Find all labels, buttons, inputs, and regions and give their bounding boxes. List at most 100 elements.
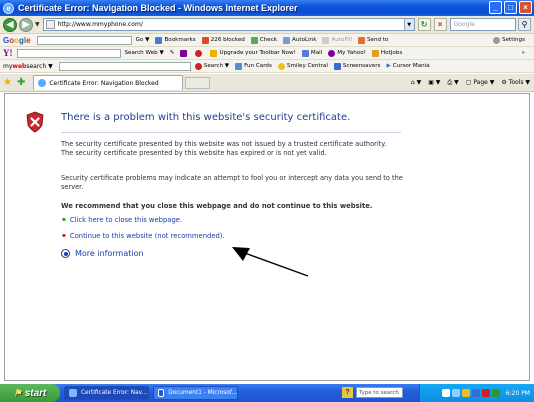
start-button[interactable]: ⚑ start [0, 384, 60, 402]
address-url[interactable]: http://www.mmyphone.com/ [58, 21, 143, 28]
google-logo: Google [3, 35, 31, 45]
my-yahoo-icon [328, 49, 336, 57]
cert-reason-expired: The security certificate presented by th… [61, 148, 327, 157]
address-dropdown-icon[interactable]: ▼ [403, 19, 414, 30]
tray-icon-2[interactable] [451, 389, 460, 397]
close-webpage-label[interactable]: Click here to close this webpage. [70, 216, 182, 224]
hotjobs-icon [371, 49, 379, 57]
yahoo-mail-button[interactable]: Mail [301, 49, 322, 57]
my-yahoo-button[interactable]: My Yahoo! [328, 49, 366, 57]
warning-icon [210, 49, 218, 57]
favorites-star-icon[interactable]: ★ [3, 77, 12, 88]
mywebsearch-input[interactable] [58, 61, 191, 71]
history-dropdown-icon[interactable]: ▼ [35, 21, 40, 28]
ie-logo-icon: e [3, 2, 14, 14]
yahoo-pencil-icon[interactable]: ✎ [170, 50, 175, 56]
continue-website-link[interactable]: ⚫ Continue to this website (not recommen… [61, 232, 225, 240]
yahoo-toolbar: Y! Search Web ▼ ✎ Upgrade your Toolbar N… [0, 47, 534, 60]
page-menu[interactable]: ▢ Page ▼ [466, 79, 495, 86]
shield-error-icon [26, 111, 44, 133]
google-go-button[interactable]: Go ▼ [136, 37, 150, 43]
stop-button[interactable]: × [433, 18, 447, 31]
popup-blocked-button[interactable]: 226 blocked [201, 36, 245, 44]
taskbar-item-word[interactable]: Document1 - Microsof... [153, 386, 238, 400]
cert-reason-authority: The security certificate presented by th… [61, 140, 387, 148]
close-webpage-link[interactable]: ⚫ Click here to close this webpage. [61, 216, 182, 224]
print-icon[interactable]: ⎙ ▼ [447, 79, 458, 87]
taskbar-item-ie[interactable]: Certificate Error: Nav... [64, 386, 149, 400]
clock: 6:20 PM [505, 389, 530, 397]
tools-menu[interactable]: ⚙ Tools ▼ [501, 79, 530, 86]
mail-icon [301, 49, 309, 57]
yahoo-search-input[interactable] [16, 48, 121, 58]
tray-icon-6[interactable] [491, 389, 500, 397]
tabs-row: ★ ✚ Certificate Error: Navigation Blocke… [0, 74, 534, 92]
ie-tab-icon [38, 79, 47, 87]
page-title: There is a problem with this website's s… [61, 112, 351, 123]
smiley-icon [277, 62, 285, 70]
annotation-arrow [232, 247, 309, 277]
hotjobs-button[interactable]: HotJobs [371, 49, 402, 57]
google-search-input[interactable] [36, 35, 132, 45]
feeds-icon[interactable]: ▣ ▼ [428, 79, 440, 86]
fun-cards-icon [235, 62, 243, 70]
cursor-icon: ▶ [386, 63, 391, 69]
settings-icon [493, 36, 501, 44]
home-icon[interactable]: ⌂ ▼ [411, 79, 421, 86]
continue-website-label[interactable]: Continue to this website (not recommende… [70, 232, 225, 240]
minimize-button[interactable]: _ [489, 1, 502, 14]
search-placeholder: Google [453, 21, 475, 28]
forward-button[interactable]: ▶ [19, 17, 33, 32]
autolink-icon [283, 36, 291, 44]
check-button[interactable]: Check [250, 36, 277, 44]
toolbar-overflow-icon[interactable]: » [522, 50, 525, 56]
popup-blocker-icon [201, 36, 209, 44]
close-window-button[interactable]: × [519, 1, 532, 14]
mywebsearch-search-button[interactable]: Search ▼ [194, 62, 229, 70]
screensavers-button[interactable]: Screensavers [333, 62, 380, 70]
autolink-button[interactable]: AutoLink [283, 36, 316, 44]
back-button[interactable]: ◀ [3, 17, 17, 32]
cursor-mania-button[interactable]: ▶ Cursor Mania [386, 63, 429, 69]
recommendation-text: We recommend that you close this webpage… [61, 202, 373, 210]
tab-certificate-error[interactable]: Certificate Error: Navigation Blocked [33, 75, 184, 90]
word-task-icon [158, 389, 165, 397]
warning-paragraph: Security certificate problems may indica… [61, 174, 403, 191]
upgrade-toolbar-link[interactable]: Upgrade your Toolbar Now! [210, 49, 296, 57]
check-icon [250, 36, 258, 44]
autofill-button[interactable]: AutoFill [322, 36, 352, 44]
search-field[interactable]: Google [449, 18, 516, 31]
send-to-icon [357, 36, 365, 44]
more-information-toggle[interactable]: More information [61, 249, 144, 258]
yahoo-search-web-button[interactable]: Search Web ▼ [125, 50, 164, 56]
tray-icon-4[interactable] [471, 389, 480, 397]
address-toolbar: ◀ ▶ ▼ http://www.mmyphone.com/ ▼ ↻ × Goo… [0, 16, 534, 34]
address-field[interactable]: http://www.mmyphone.com/ ▼ [42, 18, 415, 31]
ie-task-icon [69, 389, 77, 397]
google-settings-button[interactable]: Settings [493, 36, 525, 44]
tray-icon-1[interactable] [441, 389, 450, 397]
page-icon [45, 20, 55, 29]
more-information-label[interactable]: More information [75, 249, 144, 258]
new-tab-button[interactable] [185, 76, 211, 89]
help-icon[interactable]: ? [342, 387, 353, 398]
add-favorites-icon[interactable]: ✚ [17, 77, 25, 88]
fun-cards-button[interactable]: Fun Cards [235, 62, 272, 70]
yahoo-antispy-icon[interactable] [195, 49, 204, 57]
refresh-button[interactable]: ↻ [417, 18, 431, 31]
bookmarks-menu[interactable]: Bookmarks [155, 36, 196, 44]
taskbar-search-input[interactable]: Type to search [356, 387, 403, 398]
yahoo-bookmark-icon[interactable] [180, 49, 189, 57]
tray-icon-3[interactable] [461, 389, 470, 397]
send-to-button[interactable]: Send to [357, 36, 388, 44]
screensavers-icon [333, 62, 341, 70]
tray-icon-5[interactable] [481, 389, 490, 397]
green-shield-icon: ⚫ [61, 216, 67, 224]
heading-divider [61, 132, 401, 133]
windows-flag-icon: ⚑ [13, 387, 22, 398]
search-icon[interactable]: ⚲ [518, 18, 531, 31]
maximize-button[interactable]: □ [504, 1, 517, 14]
smiley-central-button[interactable]: Smiley Central [277, 62, 328, 70]
command-bar: ⌂ ▼ ▣ ▼ ⎙ ▼ ▢ Page ▼ ⚙ Tools ▼ [411, 79, 530, 87]
yahoo-logo: Y! [3, 48, 13, 58]
